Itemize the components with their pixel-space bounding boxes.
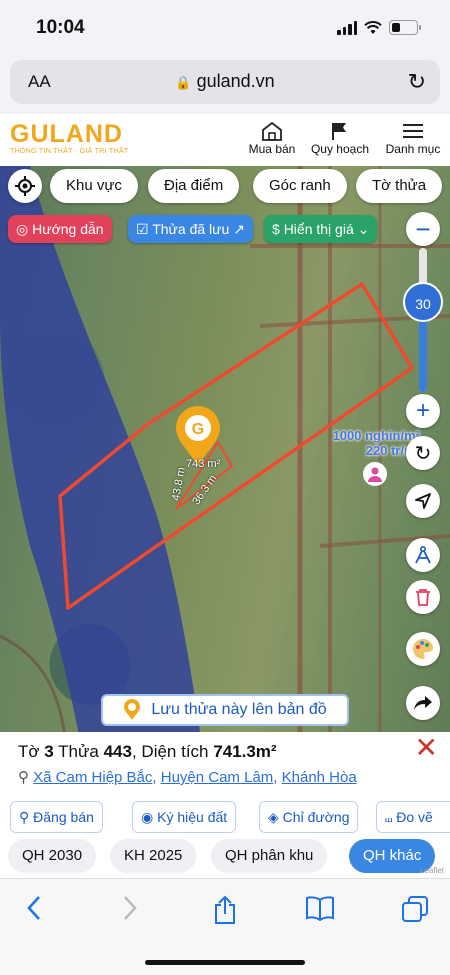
guland-pin-icon bbox=[124, 699, 141, 720]
home-indicator bbox=[145, 960, 305, 965]
chevron-right-icon bbox=[124, 896, 137, 920]
measure-button[interactable]: ⧢ Đo vẽ bbox=[376, 801, 450, 833]
guland-logo[interactable]: GULAND THÔNG TIN THẬT · GIÁ TRỊ THẬT bbox=[10, 120, 129, 155]
checkbox-icon: ☑ bbox=[136, 221, 149, 237]
pin-plus-icon: ⚲ bbox=[19, 809, 30, 825]
browser-toolbar bbox=[0, 878, 450, 975]
locate-me-button[interactable] bbox=[8, 169, 42, 203]
svg-text:G: G bbox=[192, 421, 204, 438]
share-icon bbox=[215, 895, 235, 924]
palette-icon bbox=[413, 639, 433, 659]
url-text[interactable]: guland.vn bbox=[197, 71, 275, 91]
plus-icon: + bbox=[415, 397, 430, 424]
share-arrow-icon bbox=[414, 696, 432, 710]
nav-label: Mua bán bbox=[248, 142, 296, 156]
chevron-left-icon bbox=[27, 896, 40, 920]
compass-draw-icon: ⧢ bbox=[385, 809, 393, 825]
palette-icon: ◉ bbox=[141, 809, 154, 825]
tabs-icon bbox=[402, 896, 428, 922]
district-link[interactable]: Huyện Cam Lâm bbox=[161, 769, 274, 786]
cellular-signal-icon bbox=[337, 20, 357, 35]
guide-chip[interactable]: ◎ Hướng dẫn bbox=[8, 215, 112, 243]
site-header: GULAND THÔNG TIN THẬT · GIÁ TRỊ THẬT Mua… bbox=[0, 114, 450, 166]
nav-danh-muc[interactable]: Danh mục bbox=[382, 120, 444, 156]
navigation-arrow-icon bbox=[415, 493, 431, 509]
delete-button[interactable] bbox=[406, 580, 440, 614]
plot-area-label: 743 m² bbox=[186, 458, 221, 470]
palette-button[interactable] bbox=[406, 632, 440, 666]
parcel-info-panel: Tờ 3 Thửa 443, Diện tích 741.3m² ✕ ⚲ Xã … bbox=[0, 732, 450, 878]
dollar-icon: $ bbox=[272, 221, 280, 237]
map-flag-icon bbox=[332, 123, 346, 140]
zoom-slider-handle[interactable]: 30 bbox=[403, 282, 443, 322]
map-attribution[interactable]: Leaflet bbox=[420, 866, 444, 875]
compass-draw-icon bbox=[415, 545, 431, 564]
refresh-icon: ↻ bbox=[414, 442, 432, 465]
map-pin-icon: ⚲ bbox=[18, 769, 29, 786]
logo-text: GULAND bbox=[10, 120, 123, 148]
parcel-address: ⚲ Xã Cam Hiệp Bắc, Huyện Cam Lâm, Khánh … bbox=[18, 769, 357, 786]
commune-link[interactable]: Xã Cam Hiệp Bắc bbox=[33, 769, 152, 786]
post-sale-button[interactable]: ⚲ Đăng bán bbox=[10, 801, 103, 833]
hamburger-icon bbox=[403, 124, 423, 138]
bookmarks-button[interactable] bbox=[300, 895, 340, 925]
filter-to-thua[interactable]: Tờ thửa bbox=[356, 169, 443, 203]
direction-diamond-icon: ◈ bbox=[268, 809, 279, 825]
status-bar: 10:04 bbox=[0, 0, 450, 54]
tabs-button[interactable] bbox=[395, 895, 435, 925]
nav-label: Quy hoạch bbox=[310, 142, 370, 156]
address-bar[interactable]: AA 🔒 guland.vn ↻ bbox=[10, 60, 440, 104]
measure-tool-button[interactable] bbox=[406, 538, 440, 572]
directions-button[interactable]: ◈ Chỉ đường bbox=[259, 801, 359, 833]
show-price-chip[interactable]: $ Hiển thị giá ⌄ bbox=[264, 215, 378, 243]
navigate-button[interactable] bbox=[406, 484, 440, 518]
lock-icon: 🔒 bbox=[175, 75, 192, 90]
nav-label: Danh mục bbox=[385, 142, 441, 156]
back-button[interactable] bbox=[14, 895, 54, 925]
zoom-in-button[interactable]: + bbox=[406, 394, 440, 428]
saved-plots-chip[interactable]: ☑ Thửa đã lưu ↗ bbox=[128, 215, 253, 243]
province-link[interactable]: Khánh Hòa bbox=[282, 769, 357, 786]
layer-kh-2025[interactable]: KH 2025 bbox=[110, 839, 197, 873]
book-icon bbox=[306, 896, 334, 921]
refresh-button[interactable]: ↻ bbox=[406, 436, 440, 470]
crosshair-icon bbox=[15, 176, 35, 196]
filter-khu-vuc[interactable]: Khu vực bbox=[50, 169, 138, 203]
layer-qh-phan-khu[interactable]: QH phân khu bbox=[211, 839, 328, 873]
trash-icon bbox=[416, 589, 430, 606]
house-icon bbox=[262, 121, 282, 141]
nav-mua-ban[interactable]: Mua bán bbox=[246, 120, 298, 156]
price-label: 1000 nghìn/m² 220 tr/m² bbox=[332, 428, 420, 458]
land-symbol-button[interactable]: ◉ Ký hiệu đất bbox=[132, 801, 237, 833]
close-icon[interactable]: ✕ bbox=[415, 734, 438, 762]
filter-dia-diem[interactable]: Địa điểm bbox=[148, 169, 240, 203]
share-map-button[interactable] bbox=[406, 686, 440, 720]
external-arrow-icon: ↗ bbox=[233, 221, 245, 237]
record-icon: ◎ bbox=[16, 221, 29, 237]
battery-icon bbox=[389, 20, 421, 35]
status-time: 10:04 bbox=[36, 17, 85, 38]
minus-icon: − bbox=[415, 214, 431, 244]
user-avatar-icon[interactable] bbox=[363, 462, 387, 486]
layer-qh-2030[interactable]: QH 2030 bbox=[8, 839, 97, 873]
zoom-out-button[interactable]: − bbox=[406, 212, 440, 246]
forward-button[interactable] bbox=[110, 895, 150, 925]
share-button[interactable] bbox=[205, 895, 245, 925]
nav-quy-hoach[interactable]: Quy hoạch bbox=[308, 120, 372, 156]
parcel-title: Tờ 3 Thửa 443, Diện tích 741.3m² bbox=[18, 742, 277, 761]
filter-goc-ranh[interactable]: Góc ranh bbox=[253, 169, 347, 203]
chevron-down-icon: ⌄ bbox=[357, 221, 370, 237]
logo-tagline: THÔNG TIN THẬT · GIÁ TRỊ THẬT bbox=[10, 148, 129, 155]
reload-icon[interactable]: ↻ bbox=[408, 69, 426, 95]
wifi-icon bbox=[364, 20, 382, 34]
save-plot-banner[interactable]: Lưu thửa này lên bản đồ bbox=[101, 694, 349, 726]
